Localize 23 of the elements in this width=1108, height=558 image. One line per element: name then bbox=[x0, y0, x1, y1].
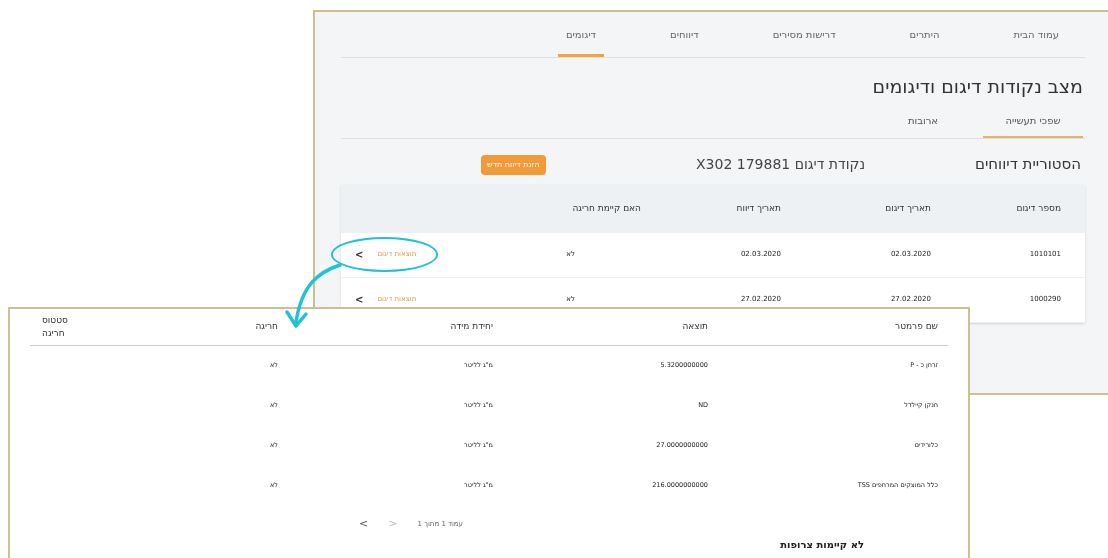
column-header: האם קיימת חריגה bbox=[571, 201, 642, 215]
column-header: יחידת מידה bbox=[449, 320, 494, 334]
sub-tab[interactable]: ארובות bbox=[873, 112, 973, 138]
chevron-icon[interactable]: < bbox=[355, 292, 364, 307]
previous-page-button[interactable]: < bbox=[359, 515, 369, 533]
nav-tab[interactable]: דיווחים bbox=[662, 27, 707, 57]
section-title: הסטוריית דיווחים bbox=[974, 154, 1082, 176]
sub-tab[interactable]: שפכי תעשייה bbox=[983, 112, 1083, 138]
attachments-message: לא קיימות צרופות bbox=[779, 538, 864, 552]
page-title: מצב נקודות דיגום ודיגומים bbox=[871, 74, 1084, 99]
nav-tab[interactable]: דיגומים bbox=[557, 27, 605, 57]
column-header: חריגה bbox=[254, 320, 279, 334]
sampling-point-label: נקודת דיגום 179881 X302 bbox=[696, 155, 865, 174]
column-header: תוצאה bbox=[681, 320, 709, 334]
nav-tab[interactable]: דרישות מסירים bbox=[764, 27, 844, 57]
column-header: סטטוס חריגה bbox=[41, 313, 69, 340]
column-header: מספר דיגום bbox=[1015, 201, 1062, 215]
column-header: תאריך דיגום bbox=[884, 201, 932, 215]
column-header: תאריך דיווח bbox=[735, 201, 782, 215]
chevron-icon[interactable]: < bbox=[355, 247, 364, 262]
nav-tab[interactable]: עמוד הבית bbox=[1005, 27, 1067, 57]
column-header: שם פרמטר bbox=[894, 320, 939, 334]
nav-tab[interactable]: היתרים bbox=[901, 27, 948, 57]
